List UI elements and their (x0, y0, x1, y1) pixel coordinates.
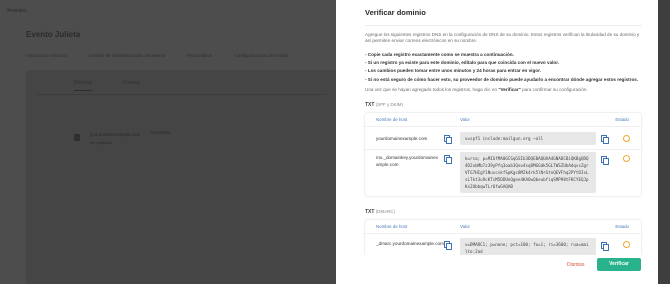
section-dmarc-label: TXT (DMARC) (365, 209, 395, 215)
column-status: Estado (615, 224, 629, 229)
nav-item-tickets[interactable]: Gestión de tickets/entradas del evento (89, 48, 166, 64)
instruction-bold: "Verificar" (498, 87, 521, 92)
table-header: Nombre de host Valor Estado (365, 220, 641, 234)
nav-item-customize[interactable]: Personalizar (187, 48, 212, 64)
copy-value-icon[interactable] (601, 242, 609, 251)
record-value: v=spf1 include:mailgun.org ~all (460, 132, 596, 145)
copy-value-icon[interactable] (601, 156, 609, 165)
copy-host-icon[interactable] (444, 155, 452, 164)
instruction-item: - Los cambios pueden tomar entre unos mi… (365, 68, 541, 74)
record-subtitle: (SPF y DKIM) (375, 102, 403, 107)
instruction-item: - Copie cada registro exactamente como s… (365, 52, 514, 57)
tabs-divider (36, 94, 326, 95)
nav-item-emails[interactable]: Configuraciones de Emails (234, 48, 288, 64)
column-value: Valor (460, 117, 470, 122)
record-subtitle: (DMARC) (375, 209, 395, 214)
row-divider (365, 149, 641, 150)
record-host: mx._domainkey.yourdomainexample.com (376, 155, 438, 167)
event-nav: Información General Gestión de tickets/e… (26, 48, 310, 64)
page-scrollbar[interactable] (658, 0, 670, 284)
status-pending-icon (623, 155, 630, 162)
instructions-list: - Copie cada registro exactamente como s… (365, 51, 643, 84)
domain-name: yourdomainexample.com (90, 132, 141, 137)
status-pending-icon (623, 241, 630, 248)
record-type: TXT (365, 102, 375, 108)
instruction-item: - Si no está seguro de cómo hacer esto, … (365, 76, 639, 82)
records-table-dmarc: Nombre de host Valor Estado _dmarc.yourd… (365, 220, 641, 260)
event-title: Evento Julieta (26, 30, 81, 39)
record-value: k=rsa; p=MIGfMA0GCSqGSIb3DQEBAQUAA4GNADC… (460, 152, 596, 193)
domain-row[interactable]: yourdomainexample.com ver registros (90, 132, 140, 145)
records-table-spf-dkim: Nombre de host Valor Estado yourdomainex… (365, 113, 641, 196)
copy-host-icon[interactable] (444, 241, 452, 250)
record-host: _dmarc.yourdomainexample.com (376, 241, 444, 246)
column-host: Nombre de host (376, 224, 408, 229)
section-spf-dkim-label: TXT (SPF y DKIM) (365, 102, 403, 108)
copy-host-icon[interactable] (444, 135, 452, 144)
domain-globe-icon (74, 134, 80, 141)
column-status: Estado (615, 117, 629, 122)
instruction-item: - Si un registro ya existe para este dom… (365, 60, 560, 66)
drawer-description: Agregue los siguientes registros DNS en … (365, 32, 640, 44)
dismiss-button[interactable]: Dismiss (567, 262, 585, 268)
drawer-title: Verificar dominio (365, 8, 426, 17)
tab-domain[interactable]: Dominio (74, 80, 93, 91)
column-host: Nombre de host (376, 117, 408, 122)
verify-button[interactable]: Verificar (597, 258, 641, 271)
column-value: Valor (460, 224, 470, 229)
tab-emails[interactable]: Correos (122, 80, 140, 91)
domain-status-badge: Pendiente (150, 130, 171, 135)
domain-card: Dominio Correos yourdomainexample.com ve… (26, 70, 336, 284)
card-tabs: Dominio Correos (74, 80, 170, 91)
instruction-text: Una vez que se hayan agregado todos los … (365, 87, 499, 92)
domain-sub[interactable]: ver registros (90, 140, 140, 145)
status-pending-icon (623, 135, 630, 142)
instruction-text: para confirmar su configuración. (520, 87, 588, 92)
record-type: TXT (365, 209, 375, 215)
copy-value-icon[interactable] (601, 135, 609, 144)
verify-domain-drawer: Verificar dominio Agregue los siguientes… (336, 0, 658, 284)
table-header: Nombre de host Valor Estado (365, 113, 641, 127)
record-host: yourdomainexample.com (376, 136, 428, 141)
brand-logo: Veventos (6, 8, 27, 14)
title-divider (365, 25, 642, 26)
nav-item-general[interactable]: Información General (26, 48, 67, 64)
verify-instruction: Una vez que se hayan agregado todos los … (365, 87, 588, 92)
